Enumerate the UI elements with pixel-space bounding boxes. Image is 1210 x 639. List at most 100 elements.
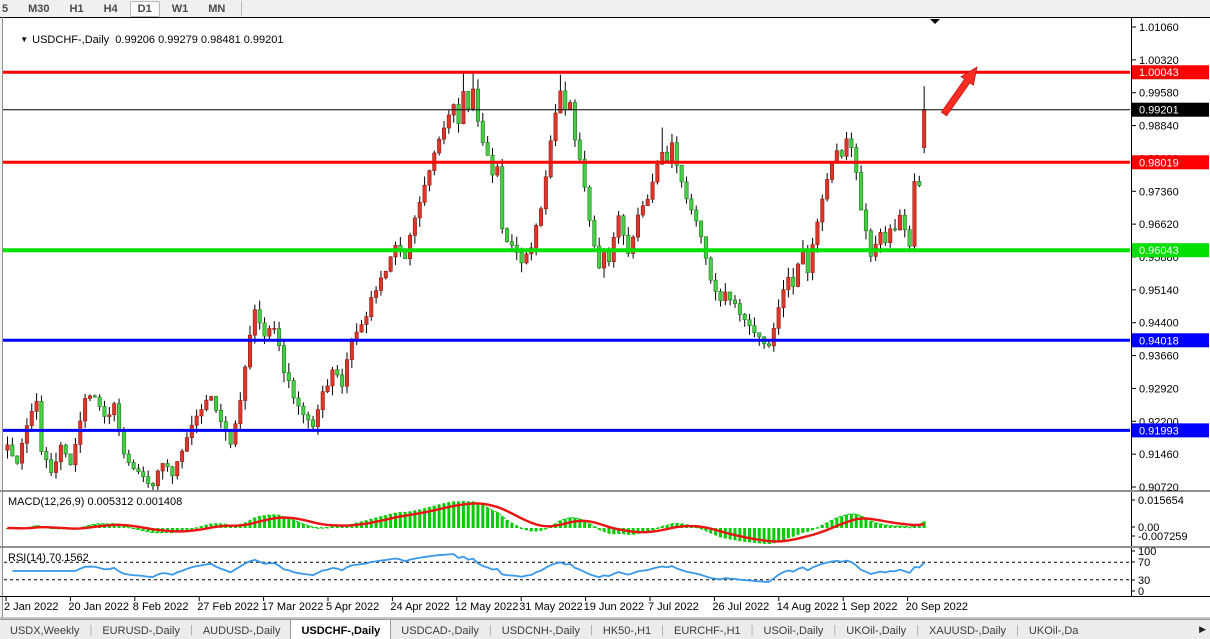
date-axis-label: 17 Mar 2022 bbox=[262, 601, 324, 613]
candle-body bbox=[83, 398, 86, 421]
macd-histogram-bar bbox=[307, 526, 310, 528]
tab-audusd-daily[interactable]: AUDUSD-,Daily bbox=[193, 620, 291, 639]
candle-body bbox=[922, 110, 925, 148]
candle-body bbox=[282, 346, 285, 373]
rsi-axis-label: 0 bbox=[1138, 586, 1144, 598]
timeframe-button-m30[interactable]: M30 bbox=[20, 1, 57, 17]
candle-body bbox=[35, 401, 38, 411]
price-axis-tick-label: 0.91460 bbox=[1139, 449, 1179, 461]
candle-body bbox=[777, 308, 780, 329]
price-axis-badge-label: 0.91993 bbox=[1139, 425, 1179, 437]
candle-body bbox=[680, 165, 683, 182]
candle-body bbox=[122, 432, 125, 454]
timeframe-button-5[interactable]: 5 bbox=[0, 1, 16, 17]
macd-histogram-bar bbox=[743, 528, 746, 541]
candle-body bbox=[442, 128, 445, 139]
price-axis-tick-label: 0.92920 bbox=[1139, 383, 1179, 395]
candle-body bbox=[743, 314, 746, 319]
tab-ukoil-da[interactable]: UKOil-,Da bbox=[1019, 620, 1089, 639]
candle-body bbox=[772, 328, 775, 346]
price-axis-tick-label: 0.99580 bbox=[1139, 88, 1179, 100]
candle-body bbox=[665, 152, 668, 160]
candle-body bbox=[476, 89, 479, 121]
timeframe-button-h4[interactable]: H4 bbox=[96, 1, 126, 17]
candle-body bbox=[796, 264, 799, 286]
candle-body bbox=[525, 254, 528, 263]
candle-body bbox=[171, 467, 174, 476]
date-axis-label: 7 Jul 2022 bbox=[648, 601, 699, 613]
candle-body bbox=[893, 229, 896, 230]
price-axis-tick-label: 0.95140 bbox=[1139, 285, 1179, 297]
tab-hk50-h1[interactable]: HK50-,H1 bbox=[593, 620, 661, 639]
date-axis-label: 20 Sep 2022 bbox=[906, 601, 968, 613]
candle-body bbox=[69, 454, 72, 465]
chart-window[interactable]: 1.010601.003200.995800.988400.981000.973… bbox=[0, 17, 1210, 619]
candle-body bbox=[898, 215, 901, 230]
tab-eurchf-h1[interactable]: EURCHF-,H1 bbox=[664, 620, 751, 639]
candle-body bbox=[180, 451, 183, 461]
rsi-axis-label: 70 bbox=[1138, 557, 1150, 569]
candle-body bbox=[98, 397, 101, 406]
candle-body bbox=[210, 397, 213, 401]
timeframe-button-h1[interactable]: H1 bbox=[62, 1, 92, 17]
macd-histogram-bar bbox=[607, 528, 610, 533]
candle-body bbox=[11, 445, 14, 456]
price-axis-tick-label: 1.00320 bbox=[1139, 55, 1179, 67]
tab-scroll-right-icon[interactable]: ▶ bbox=[1195, 620, 1210, 639]
candle-body bbox=[510, 242, 513, 246]
macd-histogram-bar bbox=[273, 515, 276, 528]
candle-body bbox=[830, 163, 833, 179]
candle-body bbox=[840, 151, 843, 157]
candle-body bbox=[462, 91, 465, 123]
candle-body bbox=[277, 328, 280, 345]
date-axis-label: 1 Sep 2022 bbox=[841, 601, 897, 613]
tab-usdcad-daily[interactable]: USDCAD-,Daily bbox=[391, 620, 489, 639]
candle-body bbox=[699, 221, 702, 237]
tab-eurusd-daily[interactable]: EURUSD-,Daily bbox=[92, 620, 190, 639]
candle-body bbox=[214, 397, 217, 411]
candle-body bbox=[20, 443, 23, 463]
price-axis-tick-label: 0.90720 bbox=[1139, 482, 1179, 494]
macd-histogram-bar bbox=[292, 520, 295, 528]
timeframe-button-w1[interactable]: W1 bbox=[164, 1, 197, 17]
date-axis-label: 26 Jul 2022 bbox=[712, 601, 769, 613]
tab-usdchf-daily[interactable]: USDCHF-,Daily bbox=[290, 619, 391, 639]
candle-body bbox=[806, 250, 809, 273]
candle-body bbox=[93, 396, 96, 397]
candle-body bbox=[370, 298, 373, 317]
candle-body bbox=[782, 290, 785, 308]
candle-body bbox=[113, 404, 116, 415]
candle-body bbox=[243, 367, 246, 400]
chart-background bbox=[2, 17, 1210, 618]
candle-body bbox=[748, 320, 751, 326]
candle-body bbox=[544, 177, 547, 209]
price-axis-badge-label: 0.98019 bbox=[1139, 157, 1179, 169]
candle-body bbox=[59, 445, 62, 462]
candle-body bbox=[253, 310, 256, 336]
candle-body bbox=[889, 229, 892, 243]
candle-body bbox=[350, 340, 353, 360]
candle-body bbox=[859, 172, 862, 210]
timeframe-button-mn[interactable]: MN bbox=[200, 1, 233, 17]
candle-body bbox=[292, 381, 295, 398]
candle-body bbox=[869, 231, 872, 257]
macd-histogram-bar bbox=[476, 503, 479, 528]
tab-xauusd-daily[interactable]: XAUUSD-,Daily bbox=[919, 620, 1016, 639]
chart-canvas[interactable]: 1.010601.003200.995800.988400.981000.973… bbox=[0, 17, 1210, 619]
macd-axis-label: 0.015654 bbox=[1138, 495, 1184, 507]
candle-body bbox=[297, 398, 300, 406]
candle-body bbox=[229, 431, 232, 444]
tab-usdx-weekly[interactable]: USDX,Weekly bbox=[0, 620, 89, 639]
tab-ukoil-daily[interactable]: UKOil-,Daily bbox=[836, 620, 916, 639]
date-axis-label: 24 Apr 2022 bbox=[390, 601, 449, 613]
timeframe-button-d1[interactable]: D1 bbox=[130, 1, 160, 17]
candle-body bbox=[307, 415, 310, 420]
macd-histogram-bar bbox=[472, 502, 475, 528]
candle-body bbox=[467, 91, 470, 108]
candle-body bbox=[88, 396, 91, 399]
dropdown-arrow-icon[interactable]: ▼ bbox=[20, 35, 28, 44]
tab-usoil-daily[interactable]: USOil-,Daily bbox=[754, 620, 834, 639]
candle-body bbox=[496, 167, 499, 175]
price-axis-badge-label: 0.99201 bbox=[1139, 105, 1179, 117]
tab-usdcnh-daily[interactable]: USDCNH-,Daily bbox=[492, 620, 590, 639]
